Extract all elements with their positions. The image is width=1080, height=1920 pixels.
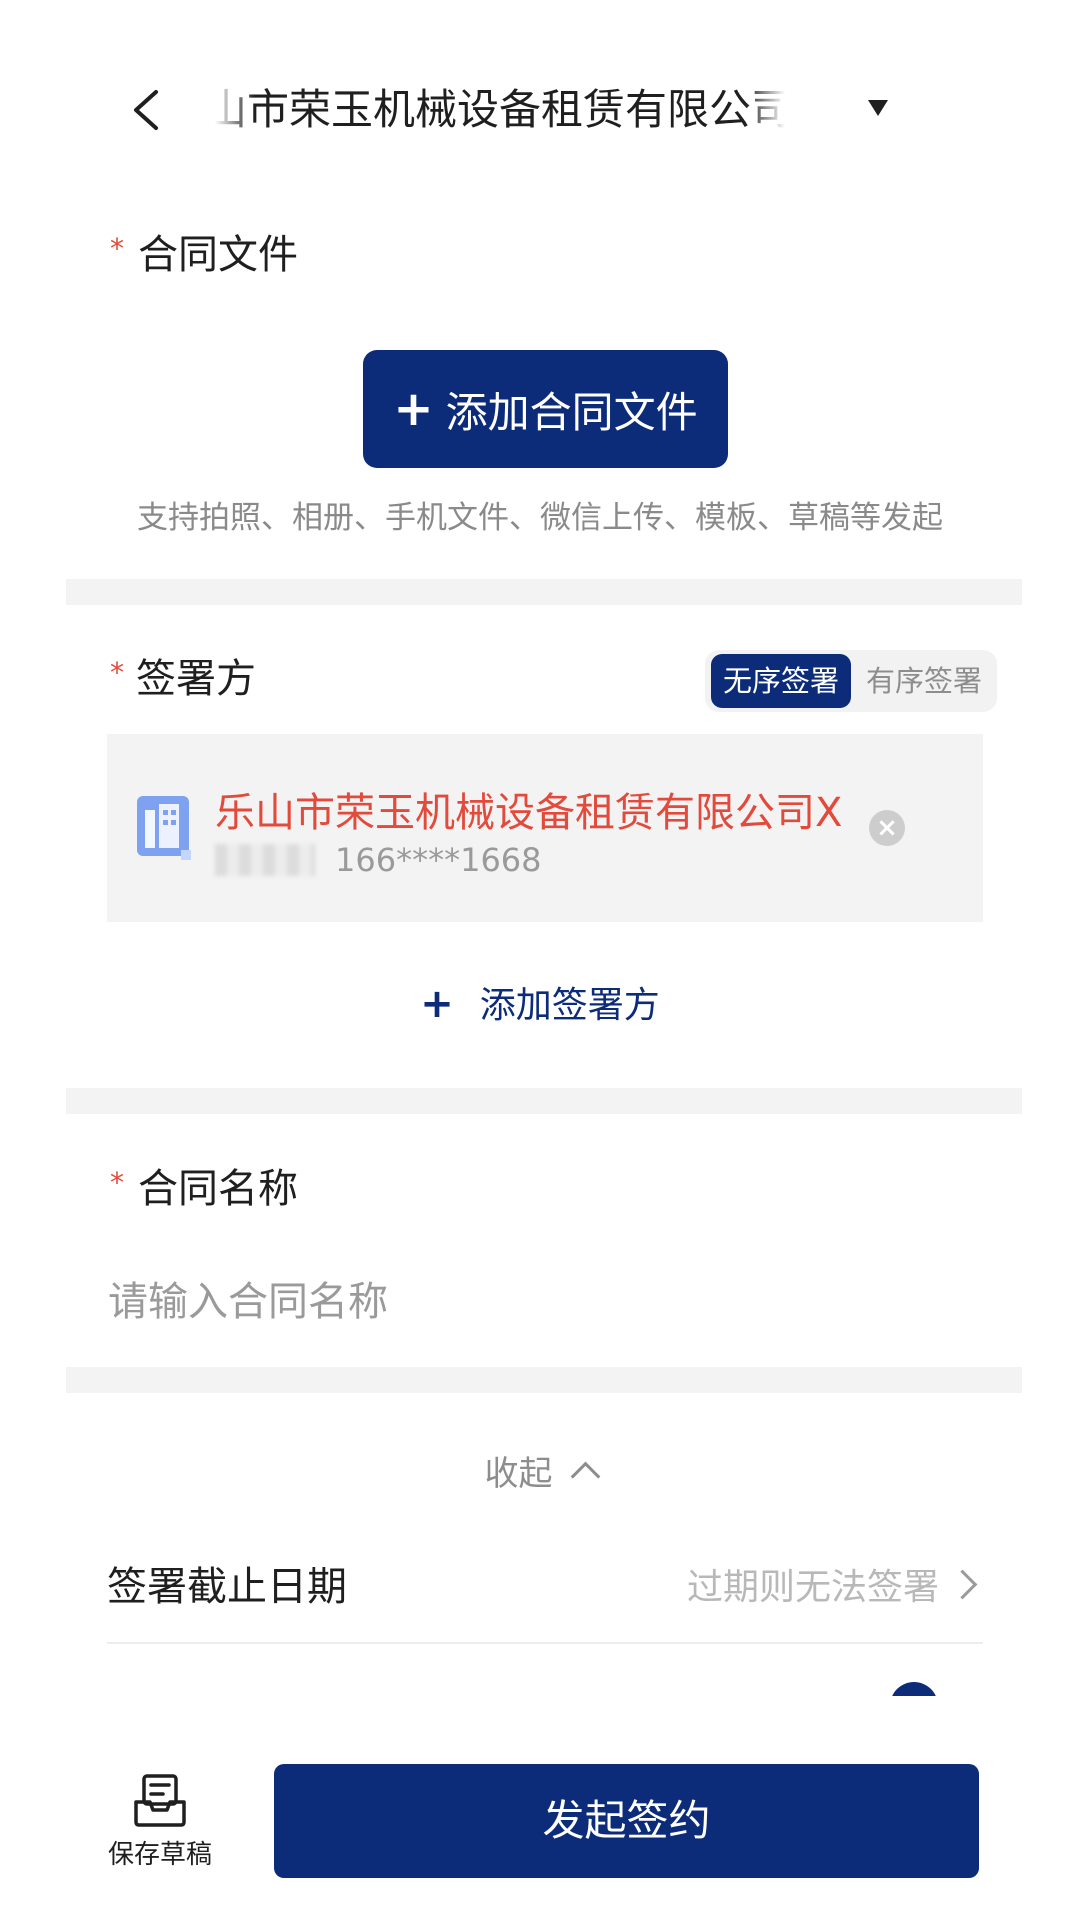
add-contract-file-label: 添加合同文件 [445, 387, 698, 437]
required-mark: * [110, 1166, 124, 1199]
create-contract-page: 乐山市荣玉机械设备租赁有限公司X（代 * 合同文件 + 添加合同文件 支持拍照、… [0, 0, 1080, 1920]
remove-signer-button[interactable]: × [869, 810, 905, 846]
plus-icon: + [393, 381, 434, 437]
contract-name-label: 合同名称 [138, 1166, 298, 1212]
page-title: 乐山市荣玉机械设备租赁有限公司X（代 [215, 85, 785, 134]
contract-file-hint: 支持拍照、相册、手机文件、微信上传、模板、草稿等发起 [137, 500, 943, 536]
title-fade-right [745, 78, 785, 142]
required-mark: * [110, 656, 124, 689]
section-divider [66, 579, 1022, 605]
save-draft-label: 保存草稿 [107, 1840, 212, 1870]
redacted-contact-name [215, 844, 315, 876]
required-mark: * [110, 232, 124, 265]
close-icon: × [876, 813, 898, 843]
unordered-sign-option[interactable]: 无序签署 [711, 654, 851, 708]
draft-box-icon [134, 1774, 186, 1827]
caret-down-icon[interactable] [868, 100, 888, 116]
sign-deadline-row[interactable]: 签署截止日期 过期则无法签署 [107, 1532, 983, 1644]
top-bar: 乐山市荣玉机械设备租赁有限公司X（代 [0, 60, 1080, 160]
add-contract-file-button[interactable]: + 添加合同文件 [363, 350, 728, 468]
add-signer-label: 添加签署方 [479, 985, 660, 1026]
section-divider [66, 1088, 1022, 1114]
chevron-left-icon [134, 90, 158, 130]
start-signing-button[interactable]: 发起签约 [274, 1764, 979, 1878]
chevron-right-icon [947, 1569, 978, 1600]
collapse-label: 收起 [484, 1454, 553, 1494]
ordered-sign-option[interactable]: 有序签署 [855, 654, 993, 708]
bottom-action-bar: 保存草稿 发起签约 [0, 1696, 1080, 1920]
contract-name-input[interactable] [108, 1270, 968, 1334]
chevron-up-icon [570, 1461, 600, 1492]
signer-phone: 166****1668 [335, 841, 542, 879]
add-signer-button[interactable]: + 添加签署方 [0, 976, 1080, 1028]
sign-deadline-label: 签署截止日期 [107, 1564, 347, 1610]
section-divider [66, 1367, 1022, 1393]
signers-label: 签署方 [136, 656, 256, 702]
company-building-icon [137, 796, 191, 860]
signer-contact: 166****1668 [215, 838, 542, 882]
save-draft-button[interactable]: 保存草稿 [100, 1772, 220, 1882]
sign-mode-toggle: 无序签署 有序签署 [705, 650, 997, 712]
collapse-toggle[interactable]: 收起 [0, 1446, 1080, 1495]
contract-file-label: 合同文件 [138, 232, 298, 278]
title-fade-left [215, 78, 255, 142]
back-button[interactable] [118, 80, 178, 140]
plus-icon: + [420, 981, 454, 1027]
sign-deadline-hint: 过期则无法签署 [686, 1567, 939, 1608]
signer-name: 乐山市荣玉机械设备租赁有限公司X [215, 790, 843, 836]
signer-card: 乐山市荣玉机械设备租赁有限公司X 166****1668 × [107, 734, 983, 922]
company-switcher[interactable]: 乐山市荣玉机械设备租赁有限公司X（代 [215, 78, 785, 142]
